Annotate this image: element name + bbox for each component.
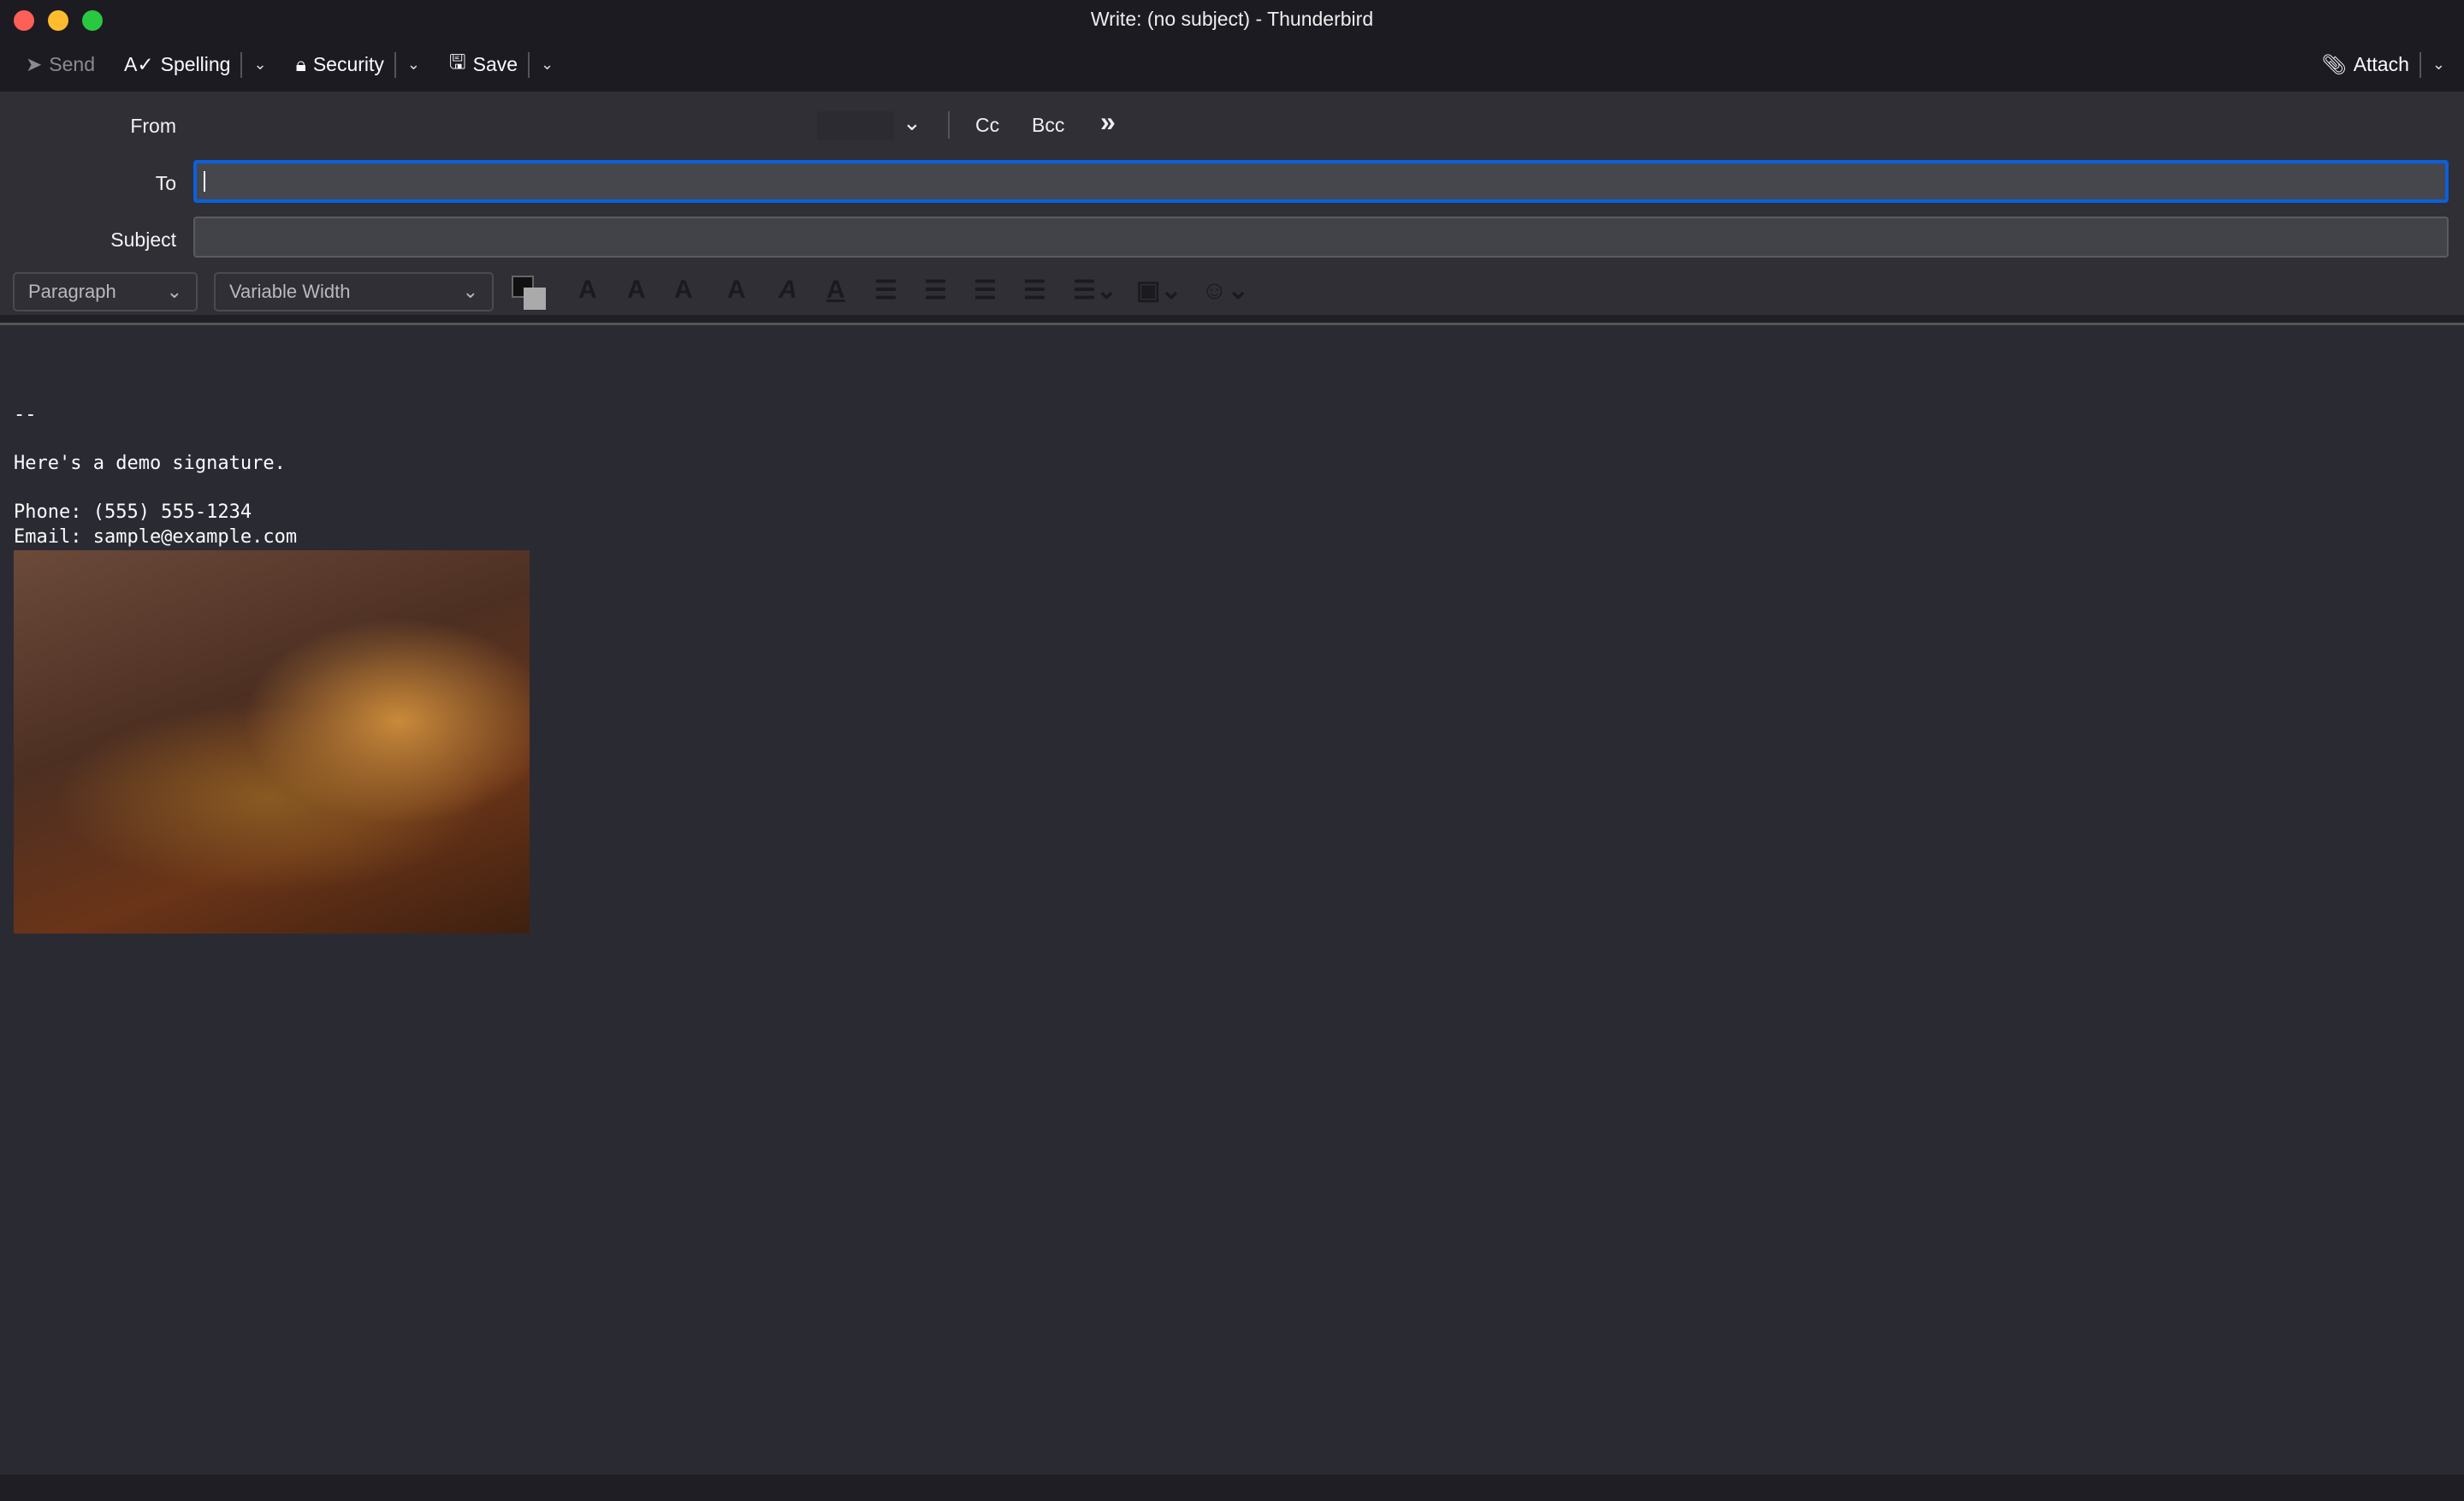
numbered-list-icon[interactable]: ☰: [924, 276, 947, 306]
chevron-down-icon[interactable]: ⌄: [2432, 56, 2445, 74]
compose-toolbar: ➤ Send A✓ Spelling ⌄ 🔒︎ Security ⌄ 🖫 Save ⌄ 📎︎ A…: [0, 38, 2464, 92]
send-icon: ➤: [26, 53, 43, 75]
underline-icon[interactable]: A: [826, 276, 845, 305]
paragraph-select[interactable]: Paragraph ⌄: [13, 272, 198, 311]
to-input[interactable]: [193, 160, 2449, 203]
signature-image: [14, 550, 530, 934]
close-button[interactable]: [14, 10, 34, 31]
paperclip-icon: 📎︎: [2321, 53, 2347, 75]
minimize-button[interactable]: [48, 10, 68, 31]
message-body[interactable]: -- Here's a demo signature. Phone: (555) 5…: [14, 403, 1040, 549]
signature-line: Here's a demo signature.: [14, 453, 286, 474]
save-button[interactable]: 🖫 Save ⌄: [442, 45, 560, 85]
insert-image-icon[interactable]: ▣⌄: [1136, 276, 1182, 306]
save-icon: 🖫: [449, 50, 466, 73]
divider: [948, 111, 950, 139]
from-label: From: [130, 115, 176, 137]
chevron-down-icon: ⌄: [166, 281, 182, 302]
spelling-icon: A✓: [124, 53, 154, 75]
font-select[interactable]: Variable Width ⌄: [214, 272, 494, 311]
subject-label: Subject: [110, 228, 176, 251]
chevron-down-icon: ⌄: [462, 281, 478, 302]
chevron-down-icon[interactable]: ⌄: [253, 56, 266, 74]
zoom-button[interactable]: [82, 10, 103, 31]
to-label: To: [155, 172, 176, 194]
subject-input[interactable]: [193, 217, 2449, 258]
align-icon[interactable]: ☰⌄: [1073, 276, 1117, 306]
cc-button[interactable]: Cc: [975, 114, 999, 137]
chevron-down-icon[interactable]: ⌄: [541, 56, 554, 74]
lock-icon: 🔒︎: [295, 53, 306, 75]
background-color-button[interactable]: [524, 288, 546, 310]
signature-line: Email: sample@example.com: [14, 525, 298, 548]
chevron-down-icon[interactable]: ⌄: [407, 56, 420, 74]
status-bar: [0, 1474, 2464, 1501]
signature-line: --: [14, 404, 37, 425]
font-larger-icon[interactable]: A: [674, 276, 693, 305]
bullet-list-icon[interactable]: ☰: [874, 276, 897, 306]
bcc-button[interactable]: Bcc: [1032, 114, 1064, 137]
outdent-icon[interactable]: ☰: [974, 276, 997, 306]
italic-icon[interactable]: A: [779, 276, 797, 305]
from-select[interactable]: [817, 111, 894, 140]
indent-icon[interactable]: ☰: [1023, 276, 1046, 306]
attach-button[interactable]: 📎︎ Attach ⌄: [2314, 45, 2452, 85]
more-fields-icon[interactable]: »: [1100, 106, 1116, 138]
font-smaller-icon[interactable]: A: [627, 276, 646, 305]
security-button[interactable]: 🔒︎ Security ⌄: [289, 45, 427, 85]
bold-icon[interactable]: A: [727, 276, 746, 305]
divider: [0, 315, 2464, 325]
send-button[interactable]: ➤ Send: [19, 45, 102, 85]
spelling-button[interactable]: A✓ Spelling ⌄: [117, 45, 274, 85]
signature-line: Phone: (555) 555-1234: [14, 501, 252, 523]
chevron-down-icon[interactable]: ⌄: [903, 110, 921, 136]
emoji-icon[interactable]: ☺⌄: [1201, 276, 1249, 306]
window-title: Write: (no subject) - Thunderbird: [1090, 8, 1374, 30]
font-size-reset-icon[interactable]: A: [578, 276, 597, 305]
title-bar: Write: (no subject) - Thunderbird: [0, 0, 2464, 38]
